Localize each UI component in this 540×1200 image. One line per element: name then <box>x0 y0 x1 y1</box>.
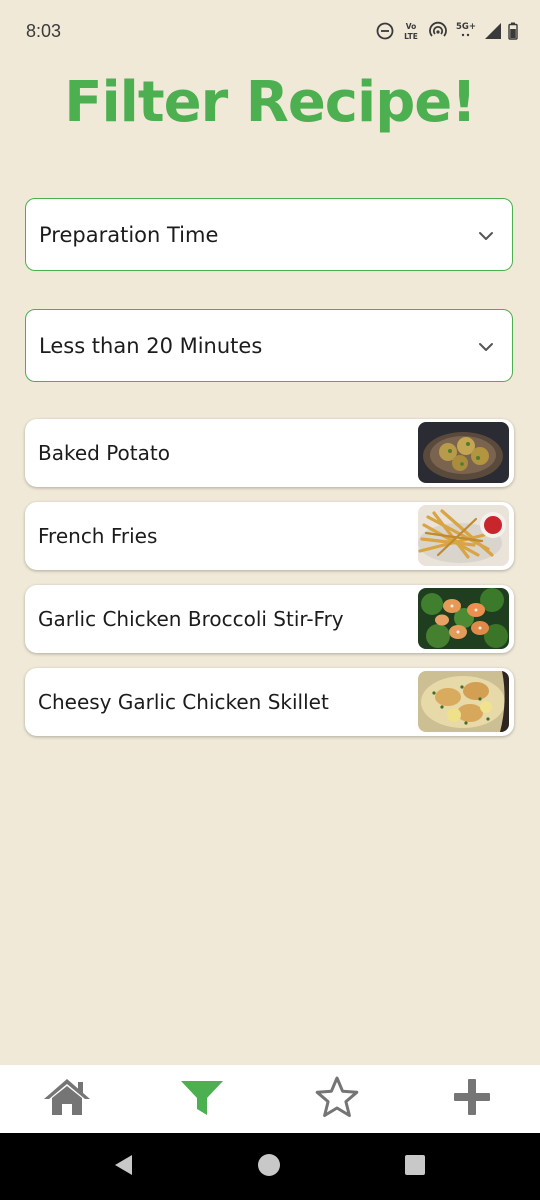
do-not-disturb-icon <box>376 22 394 40</box>
recipe-image <box>418 505 509 566</box>
recipe-card[interactable]: French Fries <box>25 502 514 570</box>
volte-icon: Vo LTE <box>400 20 422 42</box>
svg-text:Vo: Vo <box>406 22 417 31</box>
recipe-image <box>418 422 509 483</box>
nav-favorites-button[interactable] <box>311 1075 363 1123</box>
battery-icon <box>508 22 518 40</box>
recipe-image <box>418 671 509 732</box>
home-icon <box>42 1077 92 1121</box>
filter-category-value: Preparation Time <box>39 223 219 247</box>
nav-home-button[interactable] <box>41 1077 93 1121</box>
recipe-name: Garlic Chicken Broccoli Stir-Fry <box>38 607 344 631</box>
status-time: 8:03 <box>26 21 62 41</box>
system-home-button[interactable] <box>256 1154 282 1180</box>
recipe-image <box>418 588 509 649</box>
hotspot-icon <box>428 21 448 41</box>
bottom-navigation <box>0 1065 540 1133</box>
recipe-card[interactable]: Baked Potato <box>25 419 514 487</box>
filter-category-dropdown[interactable]: Preparation Time <box>25 198 513 271</box>
system-recents-button[interactable] <box>402 1154 428 1180</box>
recipe-name: Baked Potato <box>38 441 170 465</box>
plus-icon <box>452 1077 492 1121</box>
filter-value-value: Less than 20 Minutes <box>39 334 263 358</box>
nav-filter-button[interactable] <box>176 1077 228 1121</box>
recipe-name: French Fries <box>38 524 158 548</box>
home-circle-icon <box>257 1153 281 1181</box>
star-icon <box>314 1075 360 1123</box>
recents-square-icon <box>403 1153 427 1181</box>
status-icons: Vo LTE 5G+ <box>376 18 518 44</box>
signal-icon <box>484 22 502 40</box>
chevron-down-icon <box>478 338 494 357</box>
recipe-card[interactable]: Cheesy Garlic Chicken Skillet <box>25 668 514 736</box>
recipe-name: Cheesy Garlic Chicken Skillet <box>38 690 329 714</box>
filter-icon <box>179 1077 225 1121</box>
recipe-list: Baked Potato French Fries Garlic Chicken… <box>25 419 514 751</box>
svg-text:5G+: 5G+ <box>456 22 476 32</box>
recipe-card[interactable]: Garlic Chicken Broccoli Stir-Fry <box>25 585 514 653</box>
system-back-button[interactable] <box>111 1154 137 1180</box>
nav-add-button[interactable] <box>446 1077 498 1121</box>
filter-value-dropdown[interactable]: Less than 20 Minutes <box>25 309 513 382</box>
page-title: Filter Recipe! <box>64 70 477 135</box>
chevron-down-icon <box>478 227 494 246</box>
status-bar: 8:03 Vo LTE 5G+ <box>0 0 540 64</box>
back-triangle-icon <box>112 1153 136 1181</box>
network-5g-icon: 5G+ <box>454 20 478 42</box>
svg-text:LTE: LTE <box>404 32 418 41</box>
system-navigation-bar <box>0 1133 540 1200</box>
